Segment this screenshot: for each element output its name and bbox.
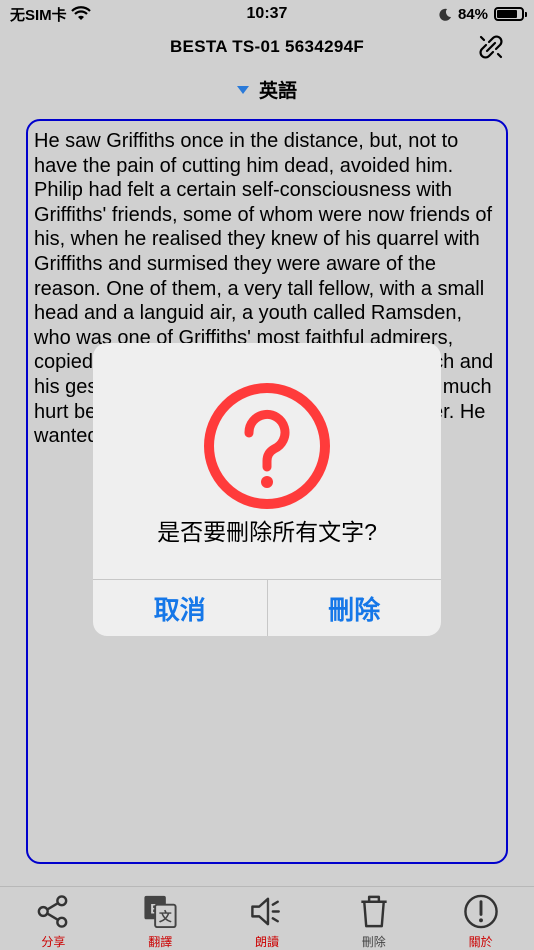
tab-bar: 分享 E 文 翻譯 朗讀 刪除: [0, 886, 534, 950]
tab-about[interactable]: 關於: [427, 887, 534, 950]
tab-share[interactable]: 分享: [0, 887, 107, 950]
language-label: 英語: [258, 81, 297, 102]
device-title: BESTA TS-01 5634294F: [169, 37, 365, 56]
nav-bar: BESTA TS-01 5634294F: [0, 28, 534, 66]
disconnect-link-icon[interactable]: [476, 32, 506, 62]
tab-delete[interactable]: 刪除: [320, 887, 427, 950]
status-time: 10:37: [246, 5, 288, 22]
question-mark-icon: [204, 383, 330, 509]
tab-share-label: 分享: [41, 935, 66, 949]
delete-confirm-dialog: 是否要刪除所有文字? 取消 刪除: [93, 343, 441, 636]
share-icon: [38, 895, 68, 928]
tab-about-label: 關於: [468, 935, 493, 949]
speaker-icon: [251, 897, 280, 926]
status-left: 无SIM卡: [10, 4, 190, 25]
tab-read-aloud[interactable]: 朗讀: [214, 887, 321, 950]
moon-icon: [439, 8, 451, 21]
battery-percent: 84%: [457, 5, 488, 23]
cancel-button[interactable]: 取消: [93, 580, 267, 636]
caret-down-icon: [236, 85, 249, 94]
trash-icon: [361, 895, 387, 928]
tab-read-aloud-label: 朗讀: [254, 935, 279, 949]
wifi-icon: [70, 6, 91, 20]
translate-icon: E 文: [144, 895, 177, 929]
tab-translate[interactable]: E 文 翻譯: [107, 887, 214, 950]
battery-icon: [494, 7, 527, 21]
info-icon: [463, 894, 498, 929]
dialog-buttons: 取消 刪除: [93, 579, 441, 636]
tab-translate-label: 翻譯: [148, 935, 173, 949]
delete-button[interactable]: 刪除: [266, 580, 442, 636]
status-right: 84%: [344, 5, 527, 23]
status-bar: 无SIM卡 10:37 84%: [0, 0, 534, 28]
dialog-message: 是否要刪除所有文字?: [157, 519, 377, 545]
carrier-label: 无SIM卡: [10, 6, 67, 24]
tab-delete-label: 刪除: [361, 935, 386, 949]
svg-text:文: 文: [159, 909, 172, 924]
language-selector[interactable]: 英語: [0, 76, 534, 103]
